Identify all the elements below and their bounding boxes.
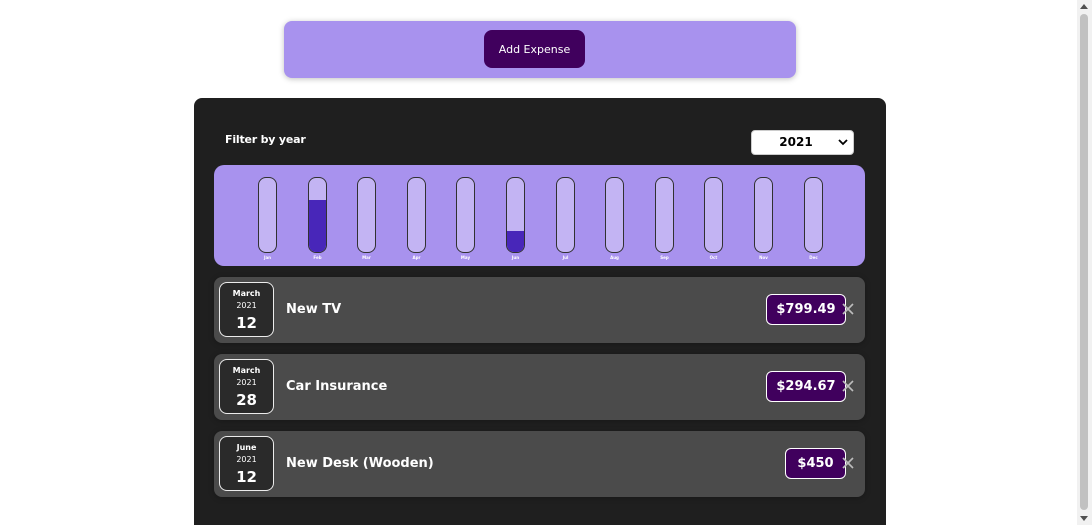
expense-date-year: 2021 <box>236 378 257 387</box>
expense-date-day: 28 <box>236 391 257 409</box>
chart-bar-track <box>754 177 773 253</box>
expense-item: March 2021 12 New TV $799.49 <box>214 277 865 343</box>
expense-date-day: 12 <box>236 468 257 486</box>
chart-bar-label: May <box>460 255 471 260</box>
close-icon[interactable] <box>841 456 855 470</box>
chart-bar-label: Sep <box>660 255 669 260</box>
chart-bar-label: Feb <box>313 255 322 260</box>
expense-title: New Desk (Wooden) <box>286 456 434 471</box>
chart-bar-track <box>605 177 624 253</box>
expense-price: $799.49 <box>766 294 846 325</box>
add-expense-button[interactable]: Add Expense <box>484 30 585 68</box>
scroll-up-arrow-icon[interactable] <box>1080 4 1088 9</box>
expense-price: $294.67 <box>766 371 846 402</box>
new-expense-panel: Add Expense <box>284 21 796 78</box>
page: Add Expense Filter by year 2021 Jan Feb Ma… <box>0 0 1092 525</box>
chart-bar-label: Aug <box>610 255 619 260</box>
chart-bar-track <box>308 177 327 253</box>
expense-item: June 2021 12 New Desk (Wooden) $450 <box>214 431 865 497</box>
expense-date-month: March <box>232 289 261 298</box>
expense-item: March 2021 28 Car Insurance $294.67 <box>214 354 865 420</box>
expense-date-month: June <box>236 443 257 452</box>
scroll-down-arrow-icon[interactable] <box>1080 516 1088 521</box>
expense-date-month: March <box>232 366 261 375</box>
chart-bar-label: Jun <box>511 255 520 260</box>
chart-bar: Sep <box>655 177 674 263</box>
chart-bar-track <box>704 177 723 253</box>
expenses-chart: Jan Feb Mar Apr May Jun Jul Aug Sep Oct Nov Dec <box>214 165 865 266</box>
chart-bar-track <box>357 177 376 253</box>
chart-bar-fill <box>507 230 524 252</box>
chevron-down-icon <box>838 139 848 146</box>
chart-bar: Nov <box>754 177 773 263</box>
chart-bar-track <box>556 177 575 253</box>
scrollbar[interactable] <box>1077 0 1092 525</box>
chart-bar: Jul <box>556 177 575 263</box>
expense-date: June 2021 12 <box>219 436 274 491</box>
chart-bar-track <box>407 177 426 253</box>
chart-bar-label: Mar <box>362 255 371 260</box>
chart-bar: Oct <box>704 177 723 263</box>
year-select[interactable]: 2021 <box>751 130 854 155</box>
expenses-card: Filter by year 2021 Jan Feb Mar Apr May Jun Ju… <box>194 98 886 525</box>
chart-bar-fill <box>309 200 326 252</box>
chart-bar: Jun <box>506 177 525 263</box>
expense-price: $450 <box>785 448 846 479</box>
expense-date-year: 2021 <box>236 455 257 464</box>
expense-title: New TV <box>286 302 342 317</box>
expense-date: March 2021 28 <box>219 359 274 414</box>
year-select-value: 2021 <box>779 135 813 149</box>
expense-title: Car Insurance <box>286 379 388 394</box>
chart-bar: Feb <box>308 177 327 263</box>
chart-bar-label: Apr <box>412 255 421 260</box>
scroll-thumb[interactable] <box>1080 14 1088 510</box>
filter-label: Filter by year <box>225 133 306 146</box>
chart-bar: Jan <box>258 177 277 263</box>
chart-bar: Apr <box>407 177 426 263</box>
expense-date: March 2021 12 <box>219 282 274 337</box>
chart-bar-label: Dec <box>809 255 818 260</box>
chart-bar: Dec <box>804 177 823 263</box>
chart-bar: Mar <box>357 177 376 263</box>
chart-bar: Aug <box>605 177 624 263</box>
chart-bar-label: Jul <box>562 255 569 260</box>
chart-bar-label: Nov <box>759 255 768 260</box>
expense-date-day: 12 <box>236 314 257 332</box>
expense-date-year: 2021 <box>236 301 257 310</box>
chart-bar-track <box>655 177 674 253</box>
chart-bar-track <box>258 177 277 253</box>
chart-bar-track <box>456 177 475 253</box>
chart-bar-label: Jan <box>263 255 272 260</box>
chart-bar: May <box>456 177 475 263</box>
close-icon[interactable] <box>841 379 855 393</box>
chart-bar-label: Oct <box>709 255 718 260</box>
chart-bar-track <box>804 177 823 253</box>
chart-bar-track <box>506 177 525 253</box>
close-icon[interactable] <box>841 302 855 316</box>
